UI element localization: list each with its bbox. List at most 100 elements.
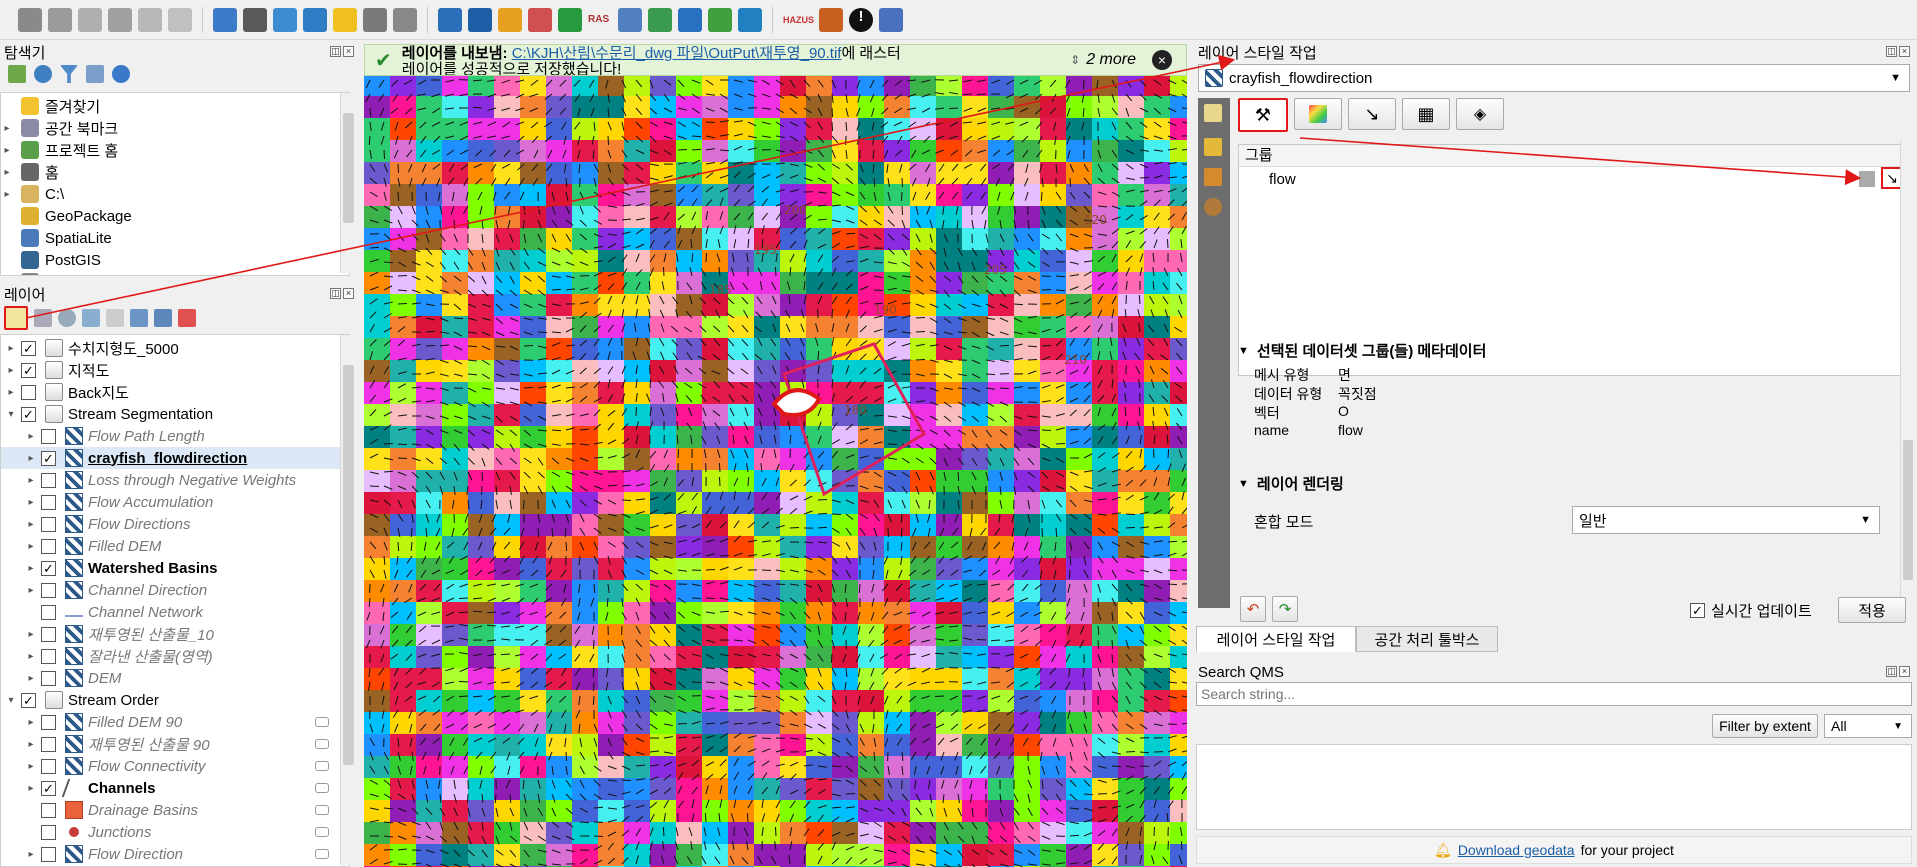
download-geodata-link[interactable]: Download geodata bbox=[1458, 842, 1575, 858]
layer-item[interactable]: ▸ 재투영된 산출물_10 bbox=[1, 623, 341, 645]
measure-icon[interactable] bbox=[678, 7, 702, 32]
embedded-legend-icon[interactable] bbox=[315, 761, 329, 771]
tab-3d[interactable]: ◈ bbox=[1456, 98, 1504, 130]
embedded-legend-icon[interactable] bbox=[315, 739, 329, 749]
globe-icon[interactable] bbox=[558, 7, 582, 32]
add-point-icon[interactable] bbox=[273, 7, 297, 32]
layer-item[interactable]: ▸ 잘라낸 산출물(영역) bbox=[1, 645, 341, 667]
filter-icon[interactable] bbox=[60, 65, 78, 83]
vertex-icon[interactable] bbox=[108, 7, 132, 32]
expand-arrow-icon[interactable]: ▸ bbox=[5, 387, 17, 398]
layer-visibility-checkbox[interactable] bbox=[41, 802, 56, 818]
layer-visibility-checkbox[interactable] bbox=[41, 846, 56, 862]
rendering-section-header[interactable]: ▼ 레이어 렌더링 bbox=[1238, 473, 1344, 494]
browser-item[interactable]: ▸ 프로젝트 홈 bbox=[1, 139, 118, 161]
float-icon[interactable]: ◫ bbox=[1886, 666, 1897, 677]
expand-arrow-icon[interactable]: ▸ bbox=[1, 145, 13, 156]
layer-visibility-checkbox[interactable]: ✓ bbox=[21, 406, 36, 422]
layer-visibility-checkbox[interactable] bbox=[41, 604, 56, 620]
expand-arrow-icon[interactable]: ▸ bbox=[1, 123, 13, 134]
tab-mesh[interactable]: ▦ bbox=[1402, 98, 1450, 130]
message-scroll-icon[interactable]: ⇕ bbox=[1070, 53, 1080, 67]
layer-item[interactable]: Junctions bbox=[1, 821, 341, 843]
layer-item[interactable]: ▸ Flow Directions bbox=[1, 513, 341, 535]
layer-item[interactable]: ▾ ✓ Stream Segmentation bbox=[1, 403, 341, 425]
table-icon[interactable] bbox=[48, 7, 72, 32]
remove-layer-icon[interactable] bbox=[178, 309, 196, 327]
shape-icon[interactable] bbox=[168, 7, 192, 32]
annotation-icon[interactable] bbox=[393, 7, 417, 32]
house-icon[interactable] bbox=[819, 7, 843, 32]
open-layer-styling-icon[interactable] bbox=[4, 306, 28, 330]
embedded-legend-icon[interactable] bbox=[315, 717, 329, 727]
tab-contours[interactable] bbox=[1294, 98, 1342, 130]
embedded-legend-icon[interactable] bbox=[315, 783, 329, 793]
expand-arrow-icon[interactable]: ▸ bbox=[25, 673, 37, 684]
browser-scroll-thumb[interactable] bbox=[343, 113, 354, 223]
style-scrollbar[interactable] bbox=[1900, 140, 1914, 620]
layer-item[interactable]: Channel Network bbox=[1, 601, 341, 623]
select-icon[interactable] bbox=[243, 7, 267, 32]
expand-arrow-icon[interactable]: ▸ bbox=[25, 453, 37, 464]
close-message-icon[interactable]: × bbox=[1152, 50, 1172, 70]
layer-item[interactable]: ▸ ✓ Watershed Basins bbox=[1, 557, 341, 579]
collapse-all-icon[interactable] bbox=[86, 65, 104, 83]
gis-icon[interactable] bbox=[738, 7, 762, 32]
label-icon[interactable] bbox=[213, 7, 237, 32]
embedded-legend-icon[interactable] bbox=[315, 849, 329, 859]
layer-item[interactable]: ▸ Channel Direction bbox=[1, 579, 341, 601]
layer-item[interactable]: ▸ Flow Connectivity bbox=[1, 755, 341, 777]
layer-item[interactable]: ▸ ✓ Channels bbox=[1, 777, 341, 799]
history-icon[interactable] bbox=[1204, 168, 1222, 186]
layer-visibility-checkbox[interactable]: ✓ bbox=[41, 780, 56, 796]
browser-dock-buttons[interactable]: ◫ × bbox=[330, 46, 354, 57]
layer-item[interactable]: ▸ ✓ 지적도 bbox=[1, 359, 341, 381]
expand-arrow-icon[interactable]: ▸ bbox=[25, 519, 37, 530]
layer-item[interactable]: ▸ Flow Path Length bbox=[1, 425, 341, 447]
filter-expression-icon[interactable] bbox=[106, 309, 124, 327]
layer-item[interactable]: ▸ Loss through Negative Weights bbox=[1, 469, 341, 491]
live-update-option[interactable]: ✓ 실시간 업데이트 bbox=[1690, 600, 1812, 621]
layer-item[interactable]: ▸ Filled DEM bbox=[1, 535, 341, 557]
expand-arrow-icon[interactable]: ▸ bbox=[25, 475, 37, 486]
layers-scroll-thumb[interactable] bbox=[343, 365, 354, 765]
style-dock-buttons[interactable]: ◫ × bbox=[1886, 46, 1910, 57]
group-item-flow[interactable]: flow bbox=[1269, 171, 1296, 188]
layer-item[interactable]: ▸ Flow Accumulation bbox=[1, 491, 341, 513]
filter-legend-icon[interactable] bbox=[82, 309, 100, 327]
close-icon[interactable]: × bbox=[1899, 46, 1910, 57]
embedded-legend-icon[interactable] bbox=[315, 827, 329, 837]
layer-visibility-checkbox[interactable]: ✓ bbox=[41, 450, 56, 466]
layer-select-combo[interactable]: crayfish_flowdirection ▼ bbox=[1198, 64, 1910, 92]
star-icon[interactable] bbox=[333, 7, 357, 32]
layer-item[interactable]: ▸ 재투영된 산출물 90 bbox=[1, 733, 341, 755]
layer-item[interactable]: ▸ ✓ 수치지형도_5000 bbox=[1, 337, 341, 359]
tab-general-wrench[interactable]: ⚒ bbox=[1238, 98, 1288, 132]
layer-visibility-checkbox[interactable] bbox=[41, 670, 56, 686]
expand-arrow-icon[interactable]: ▸ bbox=[25, 783, 37, 794]
layer-item[interactable]: ▸ Flow Direction bbox=[1, 843, 341, 865]
expand-arrow-icon[interactable]: ▸ bbox=[1, 189, 13, 200]
style-scroll-thumb[interactable] bbox=[1903, 440, 1913, 580]
undo-button[interactable]: ↶ bbox=[1240, 596, 1266, 622]
qms-dock-buttons[interactable]: ◫ × bbox=[1886, 666, 1910, 677]
float-icon[interactable]: ◫ bbox=[1886, 46, 1897, 57]
expand-arrow-icon[interactable]: ▸ bbox=[25, 717, 37, 728]
styles-cube-icon[interactable] bbox=[1204, 138, 1222, 156]
map-canvas[interactable]: 195 185 200 190 205 210 180 120 bbox=[364, 74, 1187, 867]
expand-arrow-icon[interactable]: ▸ bbox=[25, 431, 37, 442]
expand-arrow-icon[interactable]: ▸ bbox=[5, 343, 17, 354]
browser-item[interactable]: PostGIS bbox=[1, 249, 101, 271]
layer-item[interactable]: ▸ Back지도 bbox=[1, 381, 341, 403]
expand-arrow-icon[interactable]: ▸ bbox=[25, 563, 37, 574]
browser-item[interactable]: ▸ 홈 bbox=[1, 161, 59, 183]
embedded-legend-icon[interactable] bbox=[315, 805, 329, 815]
float-icon[interactable]: ◫ bbox=[330, 46, 341, 57]
layer-visibility-checkbox[interactable] bbox=[41, 582, 56, 598]
split-icon[interactable] bbox=[138, 7, 162, 32]
layer-visibility-checkbox[interactable] bbox=[41, 538, 56, 554]
expand-arrow-icon[interactable]: ▸ bbox=[1, 167, 13, 178]
blend-mode-combo[interactable]: 일반 ▼ bbox=[1572, 506, 1880, 534]
undo-history-icon[interactable] bbox=[1204, 198, 1222, 216]
message-link[interactable]: C:\KJH\산림\수문리_dwg 파일\OutPut\재투영_90.tif bbox=[512, 45, 842, 62]
